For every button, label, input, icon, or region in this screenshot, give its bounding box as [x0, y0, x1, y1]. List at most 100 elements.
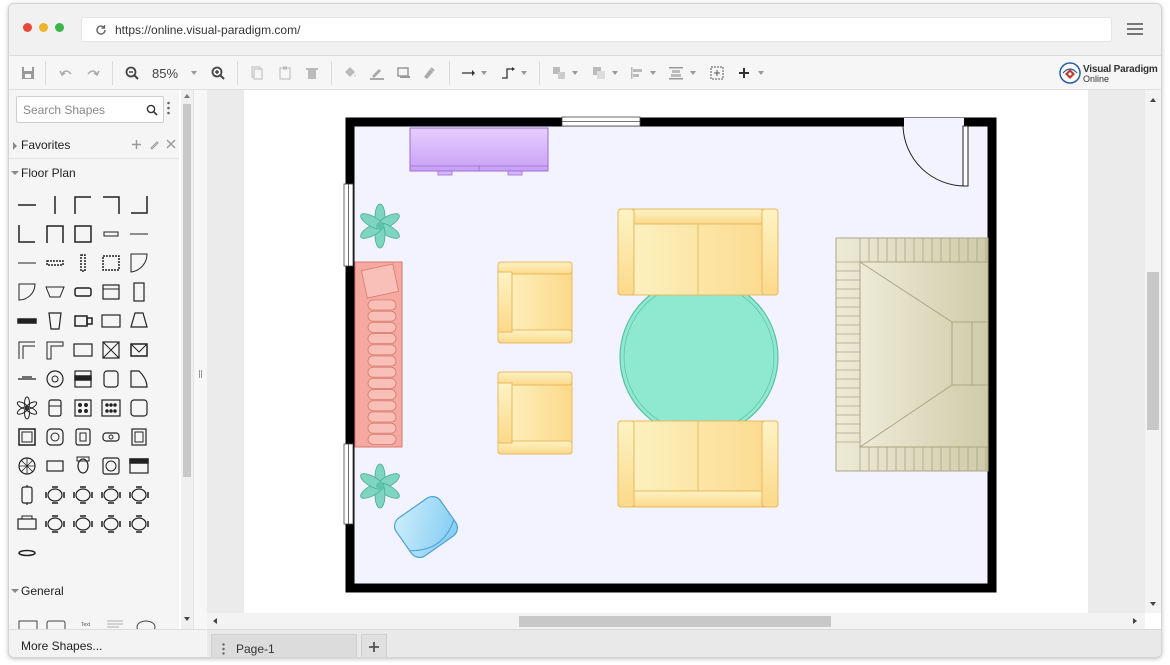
- loveseat-upper[interactable]: [617, 208, 779, 296]
- save-button[interactable]: [18, 63, 38, 83]
- shadow-button[interactable]: [394, 63, 414, 83]
- group-dropdown-caret-icon[interactable]: [572, 71, 578, 75]
- palette-shape-cornerBR[interactable]: [131, 196, 148, 214]
- paste-button[interactable]: [275, 63, 295, 83]
- palette-shape-quarter2[interactable]: [18, 283, 36, 301]
- palette-shape-frame[interactable]: [101, 314, 121, 328]
- palette-shape-cup[interactable]: [48, 312, 62, 330]
- tv-cabinet[interactable]: [409, 127, 549, 172]
- palette-shape-cornerTL[interactable]: [74, 196, 91, 214]
- zoom-dropdown-caret-icon[interactable]: [191, 71, 197, 75]
- palette-shape-circbox[interactable]: [46, 428, 64, 446]
- rounded-rectangle-shape[interactable]: [46, 620, 66, 629]
- copy-button[interactable]: [247, 63, 267, 83]
- canvas-vertical-scrollbar[interactable]: [1145, 90, 1161, 613]
- undo-button[interactable]: [56, 63, 76, 83]
- floor-plan-diagram[interactable]: [338, 114, 998, 594]
- palette-shape-ovalx2[interactable]: [73, 486, 93, 504]
- align-button[interactable]: [627, 63, 647, 83]
- palette-shape-bow[interactable]: [45, 286, 65, 298]
- canvas-horizontal-scrollbar[interactable]: [207, 613, 1145, 629]
- palette-shape-stool[interactable]: [48, 399, 62, 417]
- palette-shape-tallrect[interactable]: [133, 282, 145, 302]
- splitter-grip-icon[interactable]: [199, 370, 202, 378]
- palette-shape-dashbar[interactable]: [46, 260, 64, 266]
- add-favorite-icon[interactable]: [131, 139, 142, 150]
- edit-favorite-icon[interactable]: [149, 139, 160, 150]
- palette-shape-ovalx5[interactable]: [45, 515, 65, 533]
- ellipse-shape[interactable]: [136, 620, 156, 629]
- format-painter-button[interactable]: [419, 63, 439, 83]
- palette-shape-camera[interactable]: [74, 315, 93, 327]
- reload-icon[interactable]: [95, 24, 107, 36]
- palette-shape-cornerBL[interactable]: [18, 225, 35, 243]
- palette-shape-platter[interactable]: [18, 549, 36, 557]
- close-window-dot[interactable]: [23, 23, 32, 32]
- scrollbar-thumb[interactable]: [183, 104, 191, 477]
- scrollbar-thumb[interactable]: [1147, 272, 1159, 430]
- palette-shape-dots4[interactable]: [74, 399, 92, 417]
- close-favorites-icon[interactable]: [166, 139, 176, 149]
- door-leaf[interactable]: [962, 125, 969, 187]
- palette-shape-table[interactable]: [17, 515, 37, 530]
- palette-shape-oval1[interactable]: [21, 485, 33, 505]
- palette-shape-circbox2[interactable]: [102, 457, 120, 475]
- arrange-button[interactable]: [589, 63, 609, 83]
- scroll-up-icon[interactable]: [1150, 98, 1156, 102]
- hamburger-menu-icon[interactable]: [1127, 23, 1143, 35]
- page-tab[interactable]: Page-1: [211, 634, 357, 657]
- palette-shape-xbox[interactable]: [102, 341, 120, 359]
- group-button[interactable]: [549, 63, 569, 83]
- line-color-button[interactable]: [367, 63, 387, 83]
- palette-shape-dots6[interactable]: [101, 399, 121, 417]
- waypoint-style-button[interactable]: [499, 63, 519, 83]
- scrollbar-thumb[interactable]: [519, 616, 831, 627]
- round-rug[interactable]: [619, 277, 779, 437]
- zoom-level[interactable]: 85%: [152, 66, 178, 81]
- page-options-icon[interactable]: [222, 643, 225, 655]
- scroll-up-icon[interactable]: [184, 94, 190, 98]
- more-shapes-button[interactable]: More Shapes...: [9, 629, 206, 657]
- palette-shape-toilet[interactable]: [76, 456, 90, 474]
- panel-options-icon[interactable]: [167, 101, 170, 115]
- palette-shape-ovalx6[interactable]: [73, 515, 93, 533]
- fit-page-button[interactable]: [707, 63, 727, 83]
- palette-shape-wheel[interactable]: [18, 457, 36, 475]
- palette-shape-corner2[interactable]: [18, 341, 35, 359]
- palette-shape-doorbox[interactable]: [102, 284, 120, 300]
- palette-shape-grid[interactable]: [102, 255, 120, 271]
- palette-shape-smallbar[interactable]: [103, 231, 119, 237]
- minimize-window-dot[interactable]: [39, 23, 48, 32]
- search-shapes-input[interactable]: Search Shapes: [16, 96, 164, 123]
- shapes-panel-scrollbar[interactable]: [181, 90, 193, 629]
- textbox-shape[interactable]: [107, 620, 123, 628]
- distribute-button[interactable]: [666, 63, 686, 83]
- waypoint-dropdown-caret-icon[interactable]: [521, 71, 527, 75]
- maximize-window-dot[interactable]: [55, 23, 64, 32]
- palette-shape-roundbox[interactable]: [102, 432, 120, 442]
- visual-paradigm-logo[interactable]: Visual Paradigm Online: [1059, 61, 1161, 87]
- zoom-in-button[interactable]: [208, 63, 228, 83]
- palette-shape-box3[interactable]: [75, 428, 91, 446]
- insert-button[interactable]: [734, 63, 754, 83]
- scroll-right-icon[interactable]: [1133, 618, 1137, 624]
- palette-shape-rect2[interactable]: [73, 343, 93, 357]
- palette-shape-piano[interactable]: [130, 370, 148, 388]
- sofa-bed-red[interactable]: [354, 261, 403, 448]
- text-shape-label[interactable]: Text: [81, 622, 91, 628]
- scroll-down-icon[interactable]: [1150, 602, 1156, 606]
- distribute-dropdown-caret-icon[interactable]: [690, 71, 696, 75]
- palette-shape-quarter[interactable]: [130, 253, 148, 273]
- palette-shape-dishline[interactable]: [18, 376, 36, 380]
- palette-shape-ovalx7[interactable]: [101, 515, 121, 533]
- favorites-section-header[interactable]: Favorites: [9, 132, 179, 158]
- palette-shape-vbar[interactable]: [80, 254, 86, 272]
- palette-shape-box2[interactable]: [18, 428, 36, 446]
- loveseat-lower[interactable]: [617, 420, 779, 508]
- connector-dropdown-caret-icon[interactable]: [481, 71, 487, 75]
- palette-shape-rect3[interactable]: [46, 460, 64, 472]
- insert-dropdown-caret-icon[interactable]: [758, 71, 764, 75]
- palette-shape-ovalx4[interactable]: [129, 486, 149, 504]
- scroll-left-icon[interactable]: [213, 618, 217, 624]
- palette-shape-corner3[interactable]: [46, 341, 64, 360]
